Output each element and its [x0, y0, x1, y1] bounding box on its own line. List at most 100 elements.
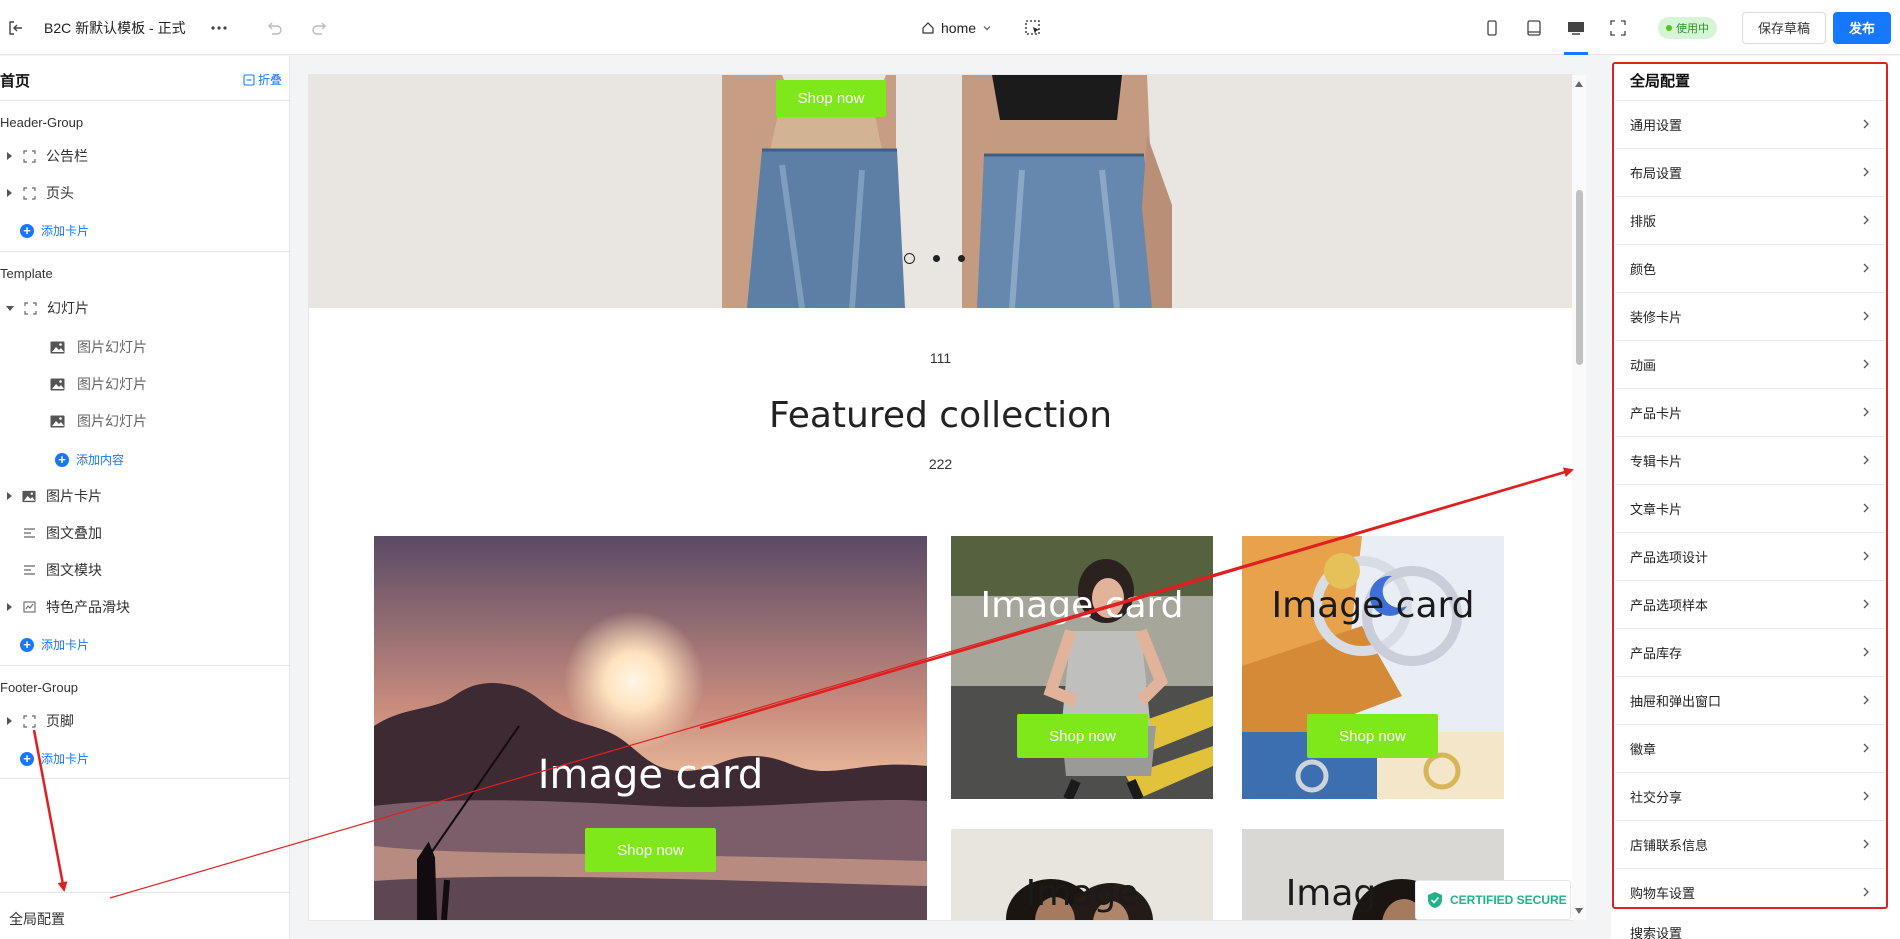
section-image-card[interactable]: 图片卡片	[0, 482, 282, 510]
settings-item[interactable]: 颜色	[1615, 244, 1885, 292]
settings-item-label: 产品选项样本	[1630, 598, 1709, 613]
settings-item-label: 装修卡片	[1630, 310, 1683, 325]
expand-caret-icon[interactable]	[7, 492, 12, 500]
slide-dot[interactable]	[958, 255, 965, 262]
add-card-footer-button[interactable]: + 添加卡片	[20, 750, 89, 767]
settings-item[interactable]: 布局设置	[1615, 148, 1885, 196]
slide-dot[interactable]	[904, 253, 915, 264]
rings-image	[1242, 536, 1504, 799]
global-config-entry[interactable]: 全局配置	[0, 892, 289, 939]
settings-item-label: 产品选项设计	[1630, 550, 1709, 565]
divider	[0, 251, 289, 252]
divider	[0, 100, 289, 101]
device-mobile-button[interactable]	[1478, 0, 1506, 55]
publish-button[interactable]: 发布	[1833, 11, 1892, 44]
settings-item-search[interactable]: 搜索设置	[1615, 919, 1885, 939]
card-shop-now-button[interactable]: Shop now	[1017, 714, 1148, 758]
settings-item[interactable]: 店铺联系信息	[1615, 820, 1885, 868]
settings-item[interactable]: 抽屉和弹出窗口	[1615, 676, 1885, 724]
collection-description: 222	[928, 456, 953, 472]
settings-item[interactable]: 社交分享	[1615, 772, 1885, 820]
settings-item[interactable]: 排版	[1615, 196, 1885, 244]
device-desktop-button[interactable]	[1562, 0, 1590, 55]
card-shop-now-button[interactable]: Shop now	[1307, 714, 1438, 758]
select-element-button[interactable]	[1019, 0, 1047, 55]
shield-check-icon	[1428, 892, 1442, 908]
secure-badge-label: CERTIFIED SECURE	[1450, 893, 1567, 907]
settings-item[interactable]: 产品选项设计	[1615, 532, 1885, 580]
card-shop-now-button[interactable]: Shop now	[585, 828, 716, 872]
slide-item[interactable]: 图片幻灯片	[50, 333, 147, 361]
section-footer[interactable]: 页脚	[0, 707, 282, 735]
more-button[interactable]	[205, 0, 233, 55]
redo-icon	[306, 14, 334, 42]
image-icon	[50, 415, 65, 427]
chevron-right-icon	[1863, 647, 1869, 657]
settings-item[interactable]: 通用设置	[1615, 100, 1885, 148]
device-tablet-button[interactable]	[1520, 0, 1548, 55]
scroll-down-icon[interactable]	[1575, 908, 1583, 914]
plus-icon: +	[20, 223, 34, 238]
section-header[interactable]: 页头	[0, 179, 282, 207]
section-frame-icon	[22, 186, 36, 200]
settings-item[interactable]: 产品库存	[1615, 628, 1885, 676]
more-icon	[205, 14, 233, 42]
settings-item[interactable]: 文章卡片	[1615, 484, 1885, 532]
divider	[0, 778, 289, 779]
slide-label: 图片幻灯片	[77, 413, 147, 429]
section-image-text-overlay[interactable]: 图文叠加	[0, 519, 282, 547]
chevron-right-icon	[1863, 167, 1869, 177]
slide-item[interactable]: 图片幻灯片	[50, 370, 147, 398]
scroll-up-icon[interactable]	[1575, 81, 1583, 87]
chevron-right-icon	[1863, 695, 1869, 705]
fold-button[interactable]: 折叠	[243, 71, 282, 88]
expand-caret-icon[interactable]	[7, 152, 12, 160]
add-content-button[interactable]: + 添加内容	[55, 451, 124, 468]
image-card[interactable]: Image card Shop now	[374, 536, 927, 920]
chevron-right-icon	[1863, 791, 1869, 801]
section-announcement-bar[interactable]: 公告栏	[0, 142, 282, 170]
preview-scrollbar[interactable]	[1572, 75, 1586, 920]
section-featured-product-slider[interactable]: 特色产品滑块	[0, 593, 282, 621]
slide-dot[interactable]	[933, 255, 940, 262]
settings-item-label: 社交分享	[1630, 790, 1683, 805]
template-title: B2C 新默认模板 - 正式	[44, 19, 186, 36]
undo-button[interactable]	[260, 0, 288, 55]
page-selector[interactable]: home	[921, 0, 992, 55]
text-lines-icon	[22, 526, 36, 540]
page-structure-panel: 首页 折叠 Header-Group 公告栏 页头 + 添加卡片 Templat…	[0, 56, 290, 939]
section-image-text-module[interactable]: 图文模块	[0, 556, 282, 584]
exit-button[interactable]	[2, 0, 30, 55]
settings-item[interactable]: 装修卡片	[1615, 292, 1885, 340]
section-slideshow[interactable]: 幻灯片	[0, 294, 282, 322]
settings-item[interactable]: 产品选项样本	[1615, 580, 1885, 628]
expand-caret-icon[interactable]	[7, 603, 12, 611]
hero-slideshow: Shop now	[309, 75, 1572, 308]
expand-caret-icon[interactable]	[7, 189, 12, 197]
image-card[interactable]: Image card Shop now	[1242, 536, 1504, 799]
settings-item[interactable]: 专辑卡片	[1615, 436, 1885, 484]
hero-shop-now-button[interactable]: Shop now	[776, 80, 886, 117]
image-card[interactable]: Image	[951, 829, 1213, 920]
fullscreen-button[interactable]	[1604, 0, 1632, 55]
settings-item[interactable]: 产品卡片	[1615, 388, 1885, 436]
publish-wrap: 发布	[1833, 0, 1892, 55]
slide-item[interactable]: 图片幻灯片	[50, 407, 147, 435]
settings-item[interactable]: 动画	[1615, 340, 1885, 388]
slide-label: 图片幻灯片	[77, 376, 147, 392]
add-card-header-button[interactable]: + 添加卡片	[20, 222, 89, 239]
collapse-caret-icon[interactable]	[6, 305, 14, 311]
undo-icon	[260, 14, 288, 42]
collection-subheading: 111	[929, 350, 952, 366]
section-label: 幻灯片	[47, 300, 89, 316]
scroll-thumb[interactable]	[1576, 190, 1583, 365]
image-card[interactable]: Image card Shop now	[951, 536, 1213, 799]
settings-item-label: 抽屉和弹出窗口	[1630, 694, 1722, 709]
settings-item-label: 文章卡片	[1630, 502, 1683, 517]
save-draft-button[interactable]: 保存草稿	[1742, 11, 1827, 44]
settings-item[interactable]: 购物车设置	[1615, 868, 1885, 916]
redo-button[interactable]	[306, 0, 334, 55]
settings-item[interactable]: 徽章	[1615, 724, 1885, 772]
expand-caret-icon[interactable]	[7, 717, 12, 725]
add-card-template-button[interactable]: + 添加卡片	[20, 636, 89, 653]
